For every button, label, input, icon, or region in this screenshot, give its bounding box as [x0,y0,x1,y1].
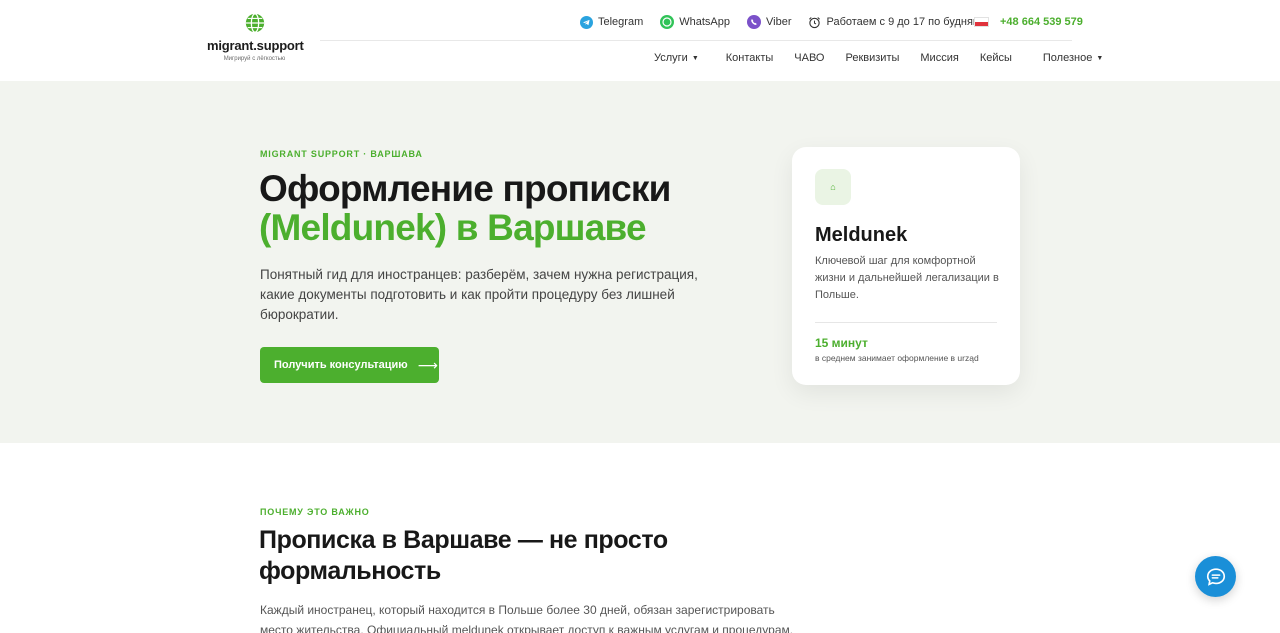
working-hours: Работаем с 9 до 17 по будням [808,16,980,29]
telegram-icon [580,15,593,29]
nav-item-label: Реквизиты [845,52,900,64]
nav-item-label: Контакты [725,52,774,64]
card-title: Meldunek [815,224,908,246]
caret-down-icon: ▼ [691,54,699,62]
nav-item-requisites[interactable]: Реквизиты [845,52,899,64]
topbar: Telegram WhatsApp Viber Работаем с 9 до … [580,13,1083,31]
card-stat-note: в среднем занимает оформление в urząd [815,353,979,363]
site-header: migrant.support Мигрируй с лёгкостью Tel… [0,0,1280,81]
phone-number: +48 664 539 579 [1000,16,1083,28]
cta-label: Получить консультацию [274,359,408,371]
arrow-right-icon: ⟶ [417,356,438,373]
nav-item-label: Кейсы [979,52,1012,64]
chat-bubble-icon [1206,567,1225,586]
hero-title-line2: (Meldunek) в Варшаве [259,207,647,248]
whatsapp-icon [660,15,675,29]
nav-item-label: Услуги [654,52,688,64]
hero-section: MIGRANT SUPPORT · ВАРШАВА Оформление про… [0,81,1280,443]
working-hours-text: Работаем с 9 до 17 по будням [826,16,981,28]
meldunek-info-card: ⌂ Meldunek Ключевой шаг для комфортной ж… [792,147,1020,385]
alarm-clock-icon [809,16,821,28]
section-eyebrow: ПОЧЕМУ ЭТО ВАЖНО [260,507,370,517]
home-icon: ⌂ [815,169,851,205]
nav-item-contacts[interactable]: Контакты [726,52,774,64]
nav-item-label: Полезное [1042,52,1093,64]
nav-item-services[interactable]: Услуги ▼ [654,52,699,64]
chat-widget-button[interactable] [1195,556,1236,597]
section-text: Каждый иностранец, который находится в П… [260,603,794,633]
viber-label: Viber [766,16,792,28]
hero-title-line1: Оформление прописки [259,168,671,209]
nav-item-cases[interactable]: Кейсы [980,52,1012,64]
card-stat-value: 15 минут [815,336,868,350]
nav-item-label: Миссия [920,52,959,64]
telegram-link[interactable]: Telegram [580,15,644,29]
header-divider [320,40,1072,41]
viber-link[interactable]: Viber [747,15,791,29]
get-consultation-button[interactable]: Получить консультацию ⟶ [260,347,439,383]
card-divider [815,322,997,323]
hero-title: Оформление прописки (Meldunek) в Варшаве [259,169,671,247]
card-description: Ключевой шаг для комфортной жизни и даль… [815,255,999,301]
main-nav: Услуги ▼ Контакты ЧАВО Реквизиты Миссия К… [654,52,1124,64]
logo[interactable]: migrant.support Мигрируй с лёгкостью [207,12,304,62]
viber-icon [747,15,761,29]
hero-description: Понятный гид для иностранцев: разберём, … [260,267,698,322]
whatsapp-label: WhatsApp [679,16,730,28]
logo-tagline: Мигрируй с лёгкостью [223,56,286,62]
nav-item-mission[interactable]: Миссия [920,52,958,64]
nav-item-label: ЧАВО [794,52,825,64]
nav-item-useful[interactable]: Полезное ▼ [1043,52,1103,64]
phone-link[interactable]: +48 664 539 579 [974,16,1104,28]
logo-name: migrant.support [207,38,304,53]
caret-down-icon: ▼ [1096,54,1104,62]
nav-item-faq[interactable]: ЧАВО [794,52,824,64]
whatsapp-link[interactable]: WhatsApp [660,15,730,29]
poland-flag-icon [974,17,989,27]
globe-icon [245,13,264,33]
section-title-text: Прописка в Варшаве — не просто формально… [259,526,668,585]
telegram-label: Telegram [598,16,644,28]
section-title: Прописка в Варшаве — не просто формально… [259,525,679,587]
hero-eyebrow: MIGRANT SUPPORT · ВАРШАВА [260,149,423,159]
